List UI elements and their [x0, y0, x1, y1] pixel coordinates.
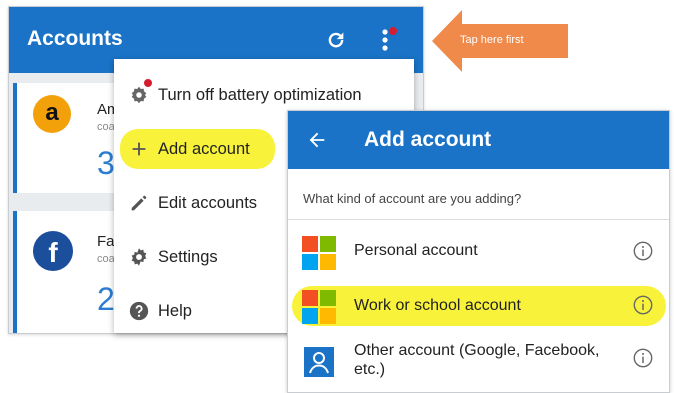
option-label: Other account (Google, Facebook, etc.) [354, 342, 600, 378]
plus-icon [132, 142, 146, 156]
page-title: Add account [364, 128, 492, 151]
menu-item-label: Edit accounts [158, 194, 258, 212]
facebook-avatar: f [33, 231, 73, 271]
badge-dot [144, 79, 152, 87]
back-arrow-icon[interactable] [306, 129, 328, 151]
account-card-facebook[interactable]: f Face coas 24 [13, 211, 133, 333]
help-icon [129, 301, 149, 321]
callout-text: Tap here first [460, 34, 524, 46]
menu-item-label: Settings [158, 248, 218, 266]
option-label: Work or school account [354, 297, 521, 314]
info-icon[interactable] [632, 294, 654, 316]
person-icon [304, 347, 334, 377]
divider [288, 219, 669, 220]
option-label: Personal account [354, 242, 478, 259]
info-icon[interactable] [632, 240, 654, 262]
menu-item-label: Help [158, 302, 192, 320]
app-bar: Add account [288, 111, 669, 169]
notification-dot [389, 27, 397, 35]
option-personal-account[interactable]: Personal account [288, 224, 669, 280]
gear-icon [131, 248, 147, 266]
refresh-icon[interactable] [325, 29, 347, 51]
account-type-question: What kind of account are you adding? [303, 191, 522, 206]
account-card-amazon[interactable]: a Ama coas 33 [13, 83, 133, 193]
info-icon[interactable] [632, 347, 654, 369]
menu-item-label: Add account [158, 140, 250, 158]
option-other-account[interactable]: Other account (Google, Facebook, etc.) [288, 333, 669, 389]
page-title: Accounts [27, 27, 123, 50]
add-account-screen: Add account What kind of account are you… [287, 110, 670, 393]
battery-gear-icon [131, 86, 147, 104]
option-work-school-account[interactable]: Work or school account [288, 278, 669, 334]
menu-item-label: Turn off battery optimization [158, 86, 362, 104]
pencil-icon [131, 195, 147, 211]
amazon-avatar: a [33, 95, 71, 133]
microsoft-logo-icon [302, 236, 336, 270]
menu-item-battery[interactable]: Turn off battery optimization [114, 75, 414, 115]
microsoft-logo-icon [302, 290, 336, 324]
